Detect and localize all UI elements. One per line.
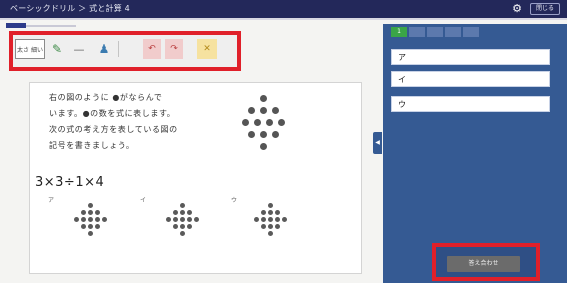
dot: [260, 95, 267, 102]
page-tab-marker: [6, 23, 26, 28]
answer-tabs: 1: [391, 27, 479, 37]
undo-icon[interactable]: ↶: [143, 39, 161, 59]
answer-field-u[interactable]: ウ: [391, 96, 550, 112]
title-bar: ベーシックドリル ＞ 式と計算 4 ⚙ 閉じる: [0, 0, 567, 18]
window-title: ベーシックドリル ＞ 式と計算 4: [10, 4, 130, 13]
close-button[interactable]: 閉じる: [530, 3, 560, 15]
header-divider: [0, 18, 567, 20]
dot: [187, 224, 192, 229]
dot: [268, 210, 273, 215]
dot: [180, 210, 185, 215]
dot: [88, 203, 93, 208]
answer-tab-5[interactable]: [463, 27, 479, 37]
line-tool-icon[interactable]: —: [71, 39, 87, 59]
answer-field-label: ア: [398, 53, 406, 62]
page-tab-line: [26, 25, 76, 27]
dot: [242, 119, 249, 126]
dot: [268, 231, 273, 236]
dot: [187, 217, 192, 222]
answer-tab-4[interactable]: [445, 27, 461, 37]
dot: [81, 217, 86, 222]
dot: [81, 210, 86, 215]
dot: [88, 217, 93, 222]
answer-field-label: イ: [398, 75, 406, 84]
dot: [180, 217, 185, 222]
dot: [166, 217, 171, 222]
gear-icon[interactable]: ⚙: [511, 3, 523, 15]
dot: [275, 210, 280, 215]
stamp-icon[interactable]: ♟: [95, 39, 113, 59]
answer-tab-1[interactable]: 1: [391, 27, 407, 37]
dot: [95, 217, 100, 222]
clear-icon[interactable]: ✕: [197, 39, 217, 59]
option-label-a: ア: [48, 197, 55, 204]
dot: [268, 224, 273, 229]
option-label-i: イ: [140, 197, 147, 204]
dot: [102, 217, 107, 222]
dot: [248, 131, 255, 138]
drawing-toolbar: 太さ 細い ✎ — ♟ ↶ ↷ ✕: [9, 31, 241, 71]
dot: [261, 224, 266, 229]
dot: [173, 217, 178, 222]
question-line-3: 次の式の考え方を表している図の: [49, 125, 178, 134]
dot: [254, 217, 259, 222]
dot: [95, 224, 100, 229]
dot: [260, 143, 267, 150]
dot: [266, 119, 273, 126]
dot: [173, 224, 178, 229]
dot: [74, 217, 79, 222]
check-answer-button[interactable]: 答え合わせ: [447, 256, 520, 272]
dot: [180, 224, 185, 229]
dot: [278, 119, 285, 126]
question-card: 右の図のように ●がならんで います。●の数を式に表します。 次の式の考え方を表…: [29, 82, 362, 274]
dot: [194, 217, 199, 222]
dot: [260, 131, 267, 138]
dot: [275, 217, 280, 222]
expression: 3×3÷1×4: [35, 175, 105, 190]
dot: [268, 203, 273, 208]
dot: [268, 217, 273, 222]
dot: [282, 217, 287, 222]
answer-tab-3[interactable]: [427, 27, 443, 37]
question-line-2: います。●の数を式に表します。: [49, 109, 176, 118]
dot: [81, 224, 86, 229]
dot: [187, 210, 192, 215]
answer-field-a[interactable]: ア: [391, 49, 550, 65]
submit-highlight: 答え合わせ: [432, 243, 540, 281]
pen-size-select[interactable]: 太さ 細い: [15, 39, 45, 59]
dot: [180, 203, 185, 208]
toolbar-separator: [118, 41, 119, 57]
dot: [261, 217, 266, 222]
dot: [254, 119, 261, 126]
panel-collapse-handle[interactable]: ◀: [373, 132, 382, 154]
answer-tab-2[interactable]: [409, 27, 425, 37]
redo-icon[interactable]: ↷: [165, 39, 183, 59]
dot: [275, 224, 280, 229]
option-label-u: ウ: [231, 197, 238, 204]
dot: [272, 107, 279, 114]
dot: [173, 210, 178, 215]
dot: [248, 107, 255, 114]
pen-icon[interactable]: ✎: [51, 39, 63, 59]
dot: [260, 107, 267, 114]
question-line-4: 記号を書きましょう。: [49, 141, 135, 150]
dot: [272, 131, 279, 138]
answer-field-label: ウ: [398, 100, 406, 109]
dot: [88, 224, 93, 229]
dot: [95, 210, 100, 215]
dot: [180, 231, 185, 236]
dot: [261, 210, 266, 215]
question-line-1: 右の図のように ●がならんで: [49, 93, 163, 102]
dot: [88, 231, 93, 236]
answer-field-i[interactable]: イ: [391, 71, 550, 87]
dot: [88, 210, 93, 215]
